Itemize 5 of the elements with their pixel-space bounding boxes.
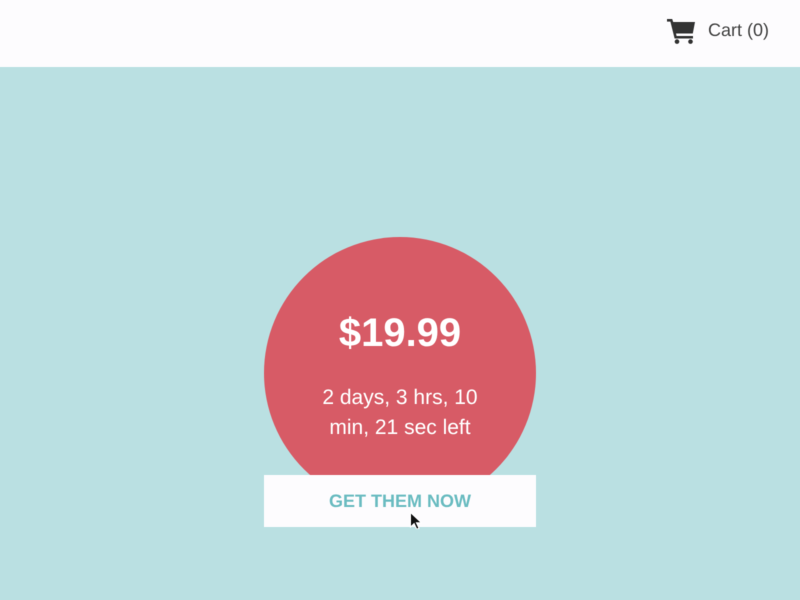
cart-icon (666, 18, 695, 44)
cart-link[interactable]: Cart (0) (666, 18, 769, 44)
countdown-text: 2 days, 3 hrs, 10 min, 21 sec left (321, 385, 479, 441)
price-text: $19.99 (338, 310, 462, 357)
mouse-pointer-icon (410, 512, 422, 529)
